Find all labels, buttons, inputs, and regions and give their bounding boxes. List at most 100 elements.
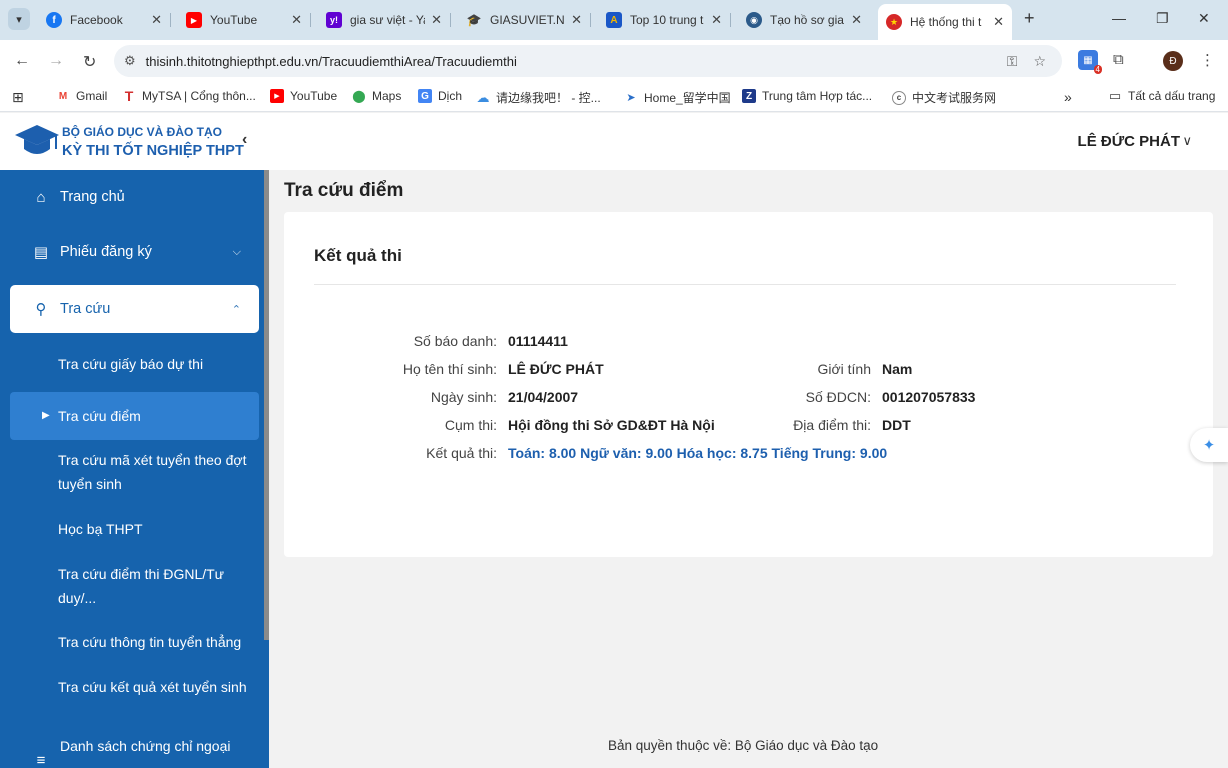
exam-result-value: Toán: 8.00 Ngữ văn: 9.00 Hóa học: 8.75 T… [508,445,888,461]
chevron-down-icon: ⌵ [232,245,241,258]
id-number-label: Số ĐDCN: [805,389,871,405]
search-icon: ⚲ [35,301,47,318]
forward-icon[interactable]: → [48,52,64,70]
bookmark-home-liuxue[interactable]: ➤ Home_留学中国 [624,89,730,106]
bookmarks-bar: ⊞ M Gmail T MyTSA | Cổng thôn... ▶ YouTube … [0,82,1228,112]
user-name-menu[interactable]: LÊ ĐỨC PHÁT [1078,133,1180,150]
sidebar-subitem-score-lookup[interactable]: ▶ Tra cứu điểm [10,392,259,440]
sidebar-scrollbar[interactable] [264,170,269,640]
bookmark-translate[interactable]: G Dịch [418,89,462,103]
browser-tab-top10[interactable]: A Top 10 trung t ✕ [598,5,731,35]
dob-value: 21/04/2007 [508,389,579,405]
extension-icon[interactable]: ▦ 4 [1078,50,1102,74]
close-tab-icon[interactable]: ✕ [571,12,582,28]
browser-tab-active[interactable]: ★ Hệ thống thi t ✕ [878,4,1012,40]
divider [314,284,1176,285]
apps-grid-icon[interactable]: ⊞ [12,89,24,106]
graduation-icon: 🎓 [466,13,482,27]
exam-site-value: DDT [882,417,911,433]
browser-tab-youtube[interactable]: ▶ YouTube ✕ [178,5,311,35]
site-info-icon[interactable]: ⚙ [124,53,136,69]
exam-result-label: Kết quả thi: [426,445,497,461]
sidebar-item-home[interactable]: ⌂ Trang chủ [10,178,259,216]
close-window-icon[interactable]: ✕ [1198,10,1210,27]
exam-site-label: Địa điểm thi: [793,417,871,433]
browser-tab-taohoso[interactable]: ◉ Tạo hồ sơ gia ✕ [738,5,870,35]
bookmark-chinese-test[interactable]: c 中文考试服务网 [892,89,996,106]
full-name-label: Họ tên thí sinh: [402,361,497,377]
browser-tab-giasuviet[interactable]: 🎓 GIASUVIET.NE ✕ [458,5,591,35]
all-bookmarks-folder[interactable]: ▭ Tất cả dấu trang [1108,88,1216,103]
candidate-number-value: 01114411 [508,333,568,349]
card-title: Kết quả thi [314,246,402,265]
bookmark-gmail[interactable]: M Gmail [56,89,108,103]
candidate-number-label: Số báo danh: [413,333,497,349]
browser-tab-yahoo[interactable]: y! gia sư việt - Ya ✕ [318,5,451,35]
browser-tab-facebook[interactable]: f Facebook ✕ [38,5,171,35]
sidebar-item-lookup[interactable]: ⚲ Tra cứu ⌃ [10,285,259,333]
close-tab-icon[interactable]: ✕ [151,12,162,28]
bookmark-edge[interactable]: ☁ 请边缘我吧！ - 控... [476,89,601,106]
gmail-icon: M [58,90,68,102]
cti-logo-icon: c [892,90,906,105]
brand-ministry: BỘ GIÁO DỤC VÀ ĐÀO TẠO [62,125,223,139]
close-tab-icon[interactable]: ✕ [993,14,1004,30]
maps-icon: ⬤ [352,89,366,103]
tab-search-dropdown-icon[interactable]: ▾ [8,8,30,30]
sidebar-item-certificates[interactable]: ≡ Danh sách chứng chỉ ngoại [10,738,259,768]
chevron-up-icon: ⌃ [231,303,241,316]
bookmark-trung-tam[interactable]: Z Trung tâm Hợp tác... [742,89,872,103]
address-bar-row: ← → ↻ ⚙ thisinh.thitotnghiepthpt.edu.vn/… [0,40,1228,82]
globe-icon: ◉ [746,12,762,28]
back-icon[interactable]: ← [14,52,30,70]
document-icon: ▤ [33,244,49,261]
sidebar-subitem-admission-result[interactable]: Tra cứu kết quả xét tuyển sinh [58,675,253,699]
result-card: Kết quả thi Số báo danh: 01114411 Họ tên… [284,212,1213,557]
url-text[interactable]: thisinh.thitotnghiepthpt.edu.vn/Tracuudi… [146,54,1007,69]
yahoo-icon: y! [326,12,342,28]
sidebar-subitem-transcript[interactable]: Học bạ THPT [58,517,253,541]
emblem-icon: ★ [886,14,902,30]
extensions-puzzle-icon[interactable]: ⧉ [1113,51,1124,68]
chevron-down-icon[interactable]: ∨ [1182,133,1192,149]
sidebar-subitem-exam-notice[interactable]: Tra cứu giấy báo dự thi [58,352,253,376]
minimize-icon[interactable]: — [1112,10,1126,26]
youtube-icon: ▶ [270,89,284,103]
sparkle-assistant-icon[interactable]: ✦ [1190,428,1228,462]
browser-tab-bar: ▾ f Facebook ✕ ▶ YouTube ✕ y! gia sư việ… [0,0,1228,40]
close-tab-icon[interactable]: ✕ [291,12,302,28]
sidebar-subitem-direct-admission[interactable]: Tra cứu thông tin tuyển thẳng [58,630,253,654]
sidebar-subitem-dgnl-score[interactable]: Tra cứu điểm thi ĐGNL/Tư duy/... [58,562,253,610]
brand-exam-name: KỲ THI TỐT NGHIỆP THPT [62,143,244,159]
more-bookmarks-icon[interactable]: » [1064,89,1072,105]
home-icon: ⌂ [36,188,46,206]
zh-logo-icon: Z [742,89,756,103]
close-tab-icon[interactable]: ✕ [851,12,862,28]
dob-label: Ngày sinh: [430,389,497,405]
browser-menu-icon[interactable]: ⋮ [1200,51,1215,69]
new-tab-icon[interactable]: + [1024,8,1035,29]
translate-icon: G [418,89,432,103]
password-key-icon[interactable]: ⚿ [1007,53,1018,70]
restore-icon[interactable]: ❐ [1156,10,1169,27]
bookmark-star-icon[interactable]: ☆ [1033,53,1046,70]
list-icon: ≡ [36,752,46,768]
close-tab-icon[interactable]: ✕ [431,12,442,28]
bookmark-youtube[interactable]: ▶ YouTube [270,89,337,103]
sidebar-item-registration[interactable]: ▤ Phiếu đăng ký ⌵ [10,233,259,271]
reload-icon[interactable]: ↻ [83,52,96,72]
sidebar-subitem-admission-code[interactable]: Tra cứu mã xét tuyển theo đợt tuyển sinh [58,448,253,496]
facebook-icon: f [46,12,62,28]
url-bar[interactable]: ⚙ thisinh.thitotnghiepthpt.edu.vn/Tracuu… [114,45,1062,77]
footer-copyright: Bản quyền thuộc về: Bộ Giáo dục và Đào t… [608,738,879,753]
collapse-sidebar-icon[interactable]: ‹ [242,131,247,149]
id-number-value: 001207057833 [882,389,976,405]
bookmark-mytsa[interactable]: T MyTSA | Cổng thôn... [122,88,256,104]
sidebar: ⌂ Trang chủ ▤ Phiếu đăng ký ⌵ ⚲ Tra cứu … [0,170,269,768]
close-tab-icon[interactable]: ✕ [711,12,722,28]
bookmark-maps[interactable]: ⬤ Maps [352,89,401,103]
profile-avatar[interactable]: Đ [1163,51,1183,71]
youtube-icon: ▶ [186,12,202,28]
exam-cluster-value: Hội đồng thi Sở GD&ĐT Hà Nội [508,417,715,433]
t-logo-icon: T [124,88,134,104]
